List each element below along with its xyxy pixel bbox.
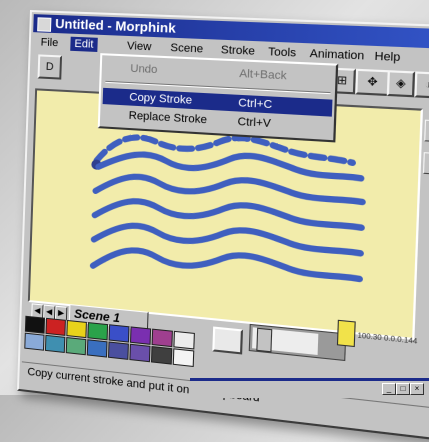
zoom-icon[interactable]: ✥ xyxy=(355,68,390,97)
main-window: Untitled - Morphink File Edit View Scene… xyxy=(16,10,429,442)
maximize-icon[interactable]: □ xyxy=(396,383,410,395)
color-swatch[interactable] xyxy=(173,330,195,350)
undo-shortcut: Alt+Back xyxy=(239,67,287,83)
color-swatch[interactable] xyxy=(172,348,195,368)
color-swatch[interactable] xyxy=(87,322,109,341)
color-swatch[interactable] xyxy=(129,326,152,345)
menu-tools[interactable]: Tools xyxy=(264,45,301,61)
close-icon[interactable]: × xyxy=(410,383,424,395)
menu-help[interactable]: Help xyxy=(370,49,405,66)
menu-stroke[interactable]: Stroke xyxy=(216,43,259,59)
edit-dropdown-menu: Undo Alt+Back Copy Stroke Ctrl+C Replace… xyxy=(97,53,339,143)
color-swatch[interactable] xyxy=(150,346,173,365)
menu-view[interactable]: View xyxy=(123,39,156,55)
morph-icon[interactable]: ◈ xyxy=(386,70,416,98)
color-swatch[interactable] xyxy=(65,337,87,356)
color-swatch[interactable] xyxy=(129,343,151,363)
menu-animation[interactable]: Animation xyxy=(305,46,369,64)
replace-stroke-shortcut: Ctrl+V xyxy=(237,115,272,131)
color-swatch[interactable] xyxy=(108,324,130,343)
menu-edit[interactable]: Edit xyxy=(70,36,98,52)
color-swatch[interactable] xyxy=(86,339,108,358)
window-title: Untitled - Morphink xyxy=(54,15,176,36)
color-swatch[interactable] xyxy=(45,317,66,336)
end-icon[interactable]: ◑ xyxy=(414,71,429,99)
color-swatch[interactable] xyxy=(24,332,45,351)
frame-indicator-icon xyxy=(336,319,356,348)
color-picker-icon[interactable] xyxy=(212,326,244,355)
color-swatch[interactable] xyxy=(24,315,46,334)
minimize-icon[interactable]: _ xyxy=(382,383,396,395)
scroll-down-icon[interactable]: ▼ xyxy=(422,152,429,176)
color-swatch[interactable] xyxy=(107,341,129,360)
color-swatch[interactable] xyxy=(44,334,66,353)
background-window[interactable]: _ □ × xyxy=(190,378,429,398)
copy-stroke-shortcut: Ctrl+C xyxy=(238,96,273,112)
menu-file[interactable]: File xyxy=(37,35,63,50)
app-icon[interactable] xyxy=(37,17,52,32)
toolbar-text-icon[interactable]: D xyxy=(37,54,63,80)
scroll-up-icon[interactable]: ▲ xyxy=(424,119,429,143)
replace-stroke-label: Replace Stroke xyxy=(128,109,208,127)
color-swatch[interactable] xyxy=(66,319,87,339)
menu-scene[interactable]: Scene xyxy=(166,41,208,57)
color-swatch[interactable] xyxy=(151,328,173,348)
undo-label: Undo xyxy=(130,62,158,77)
copy-stroke-label: Copy Stroke xyxy=(129,91,193,107)
slider-thumb-icon[interactable] xyxy=(256,327,273,353)
